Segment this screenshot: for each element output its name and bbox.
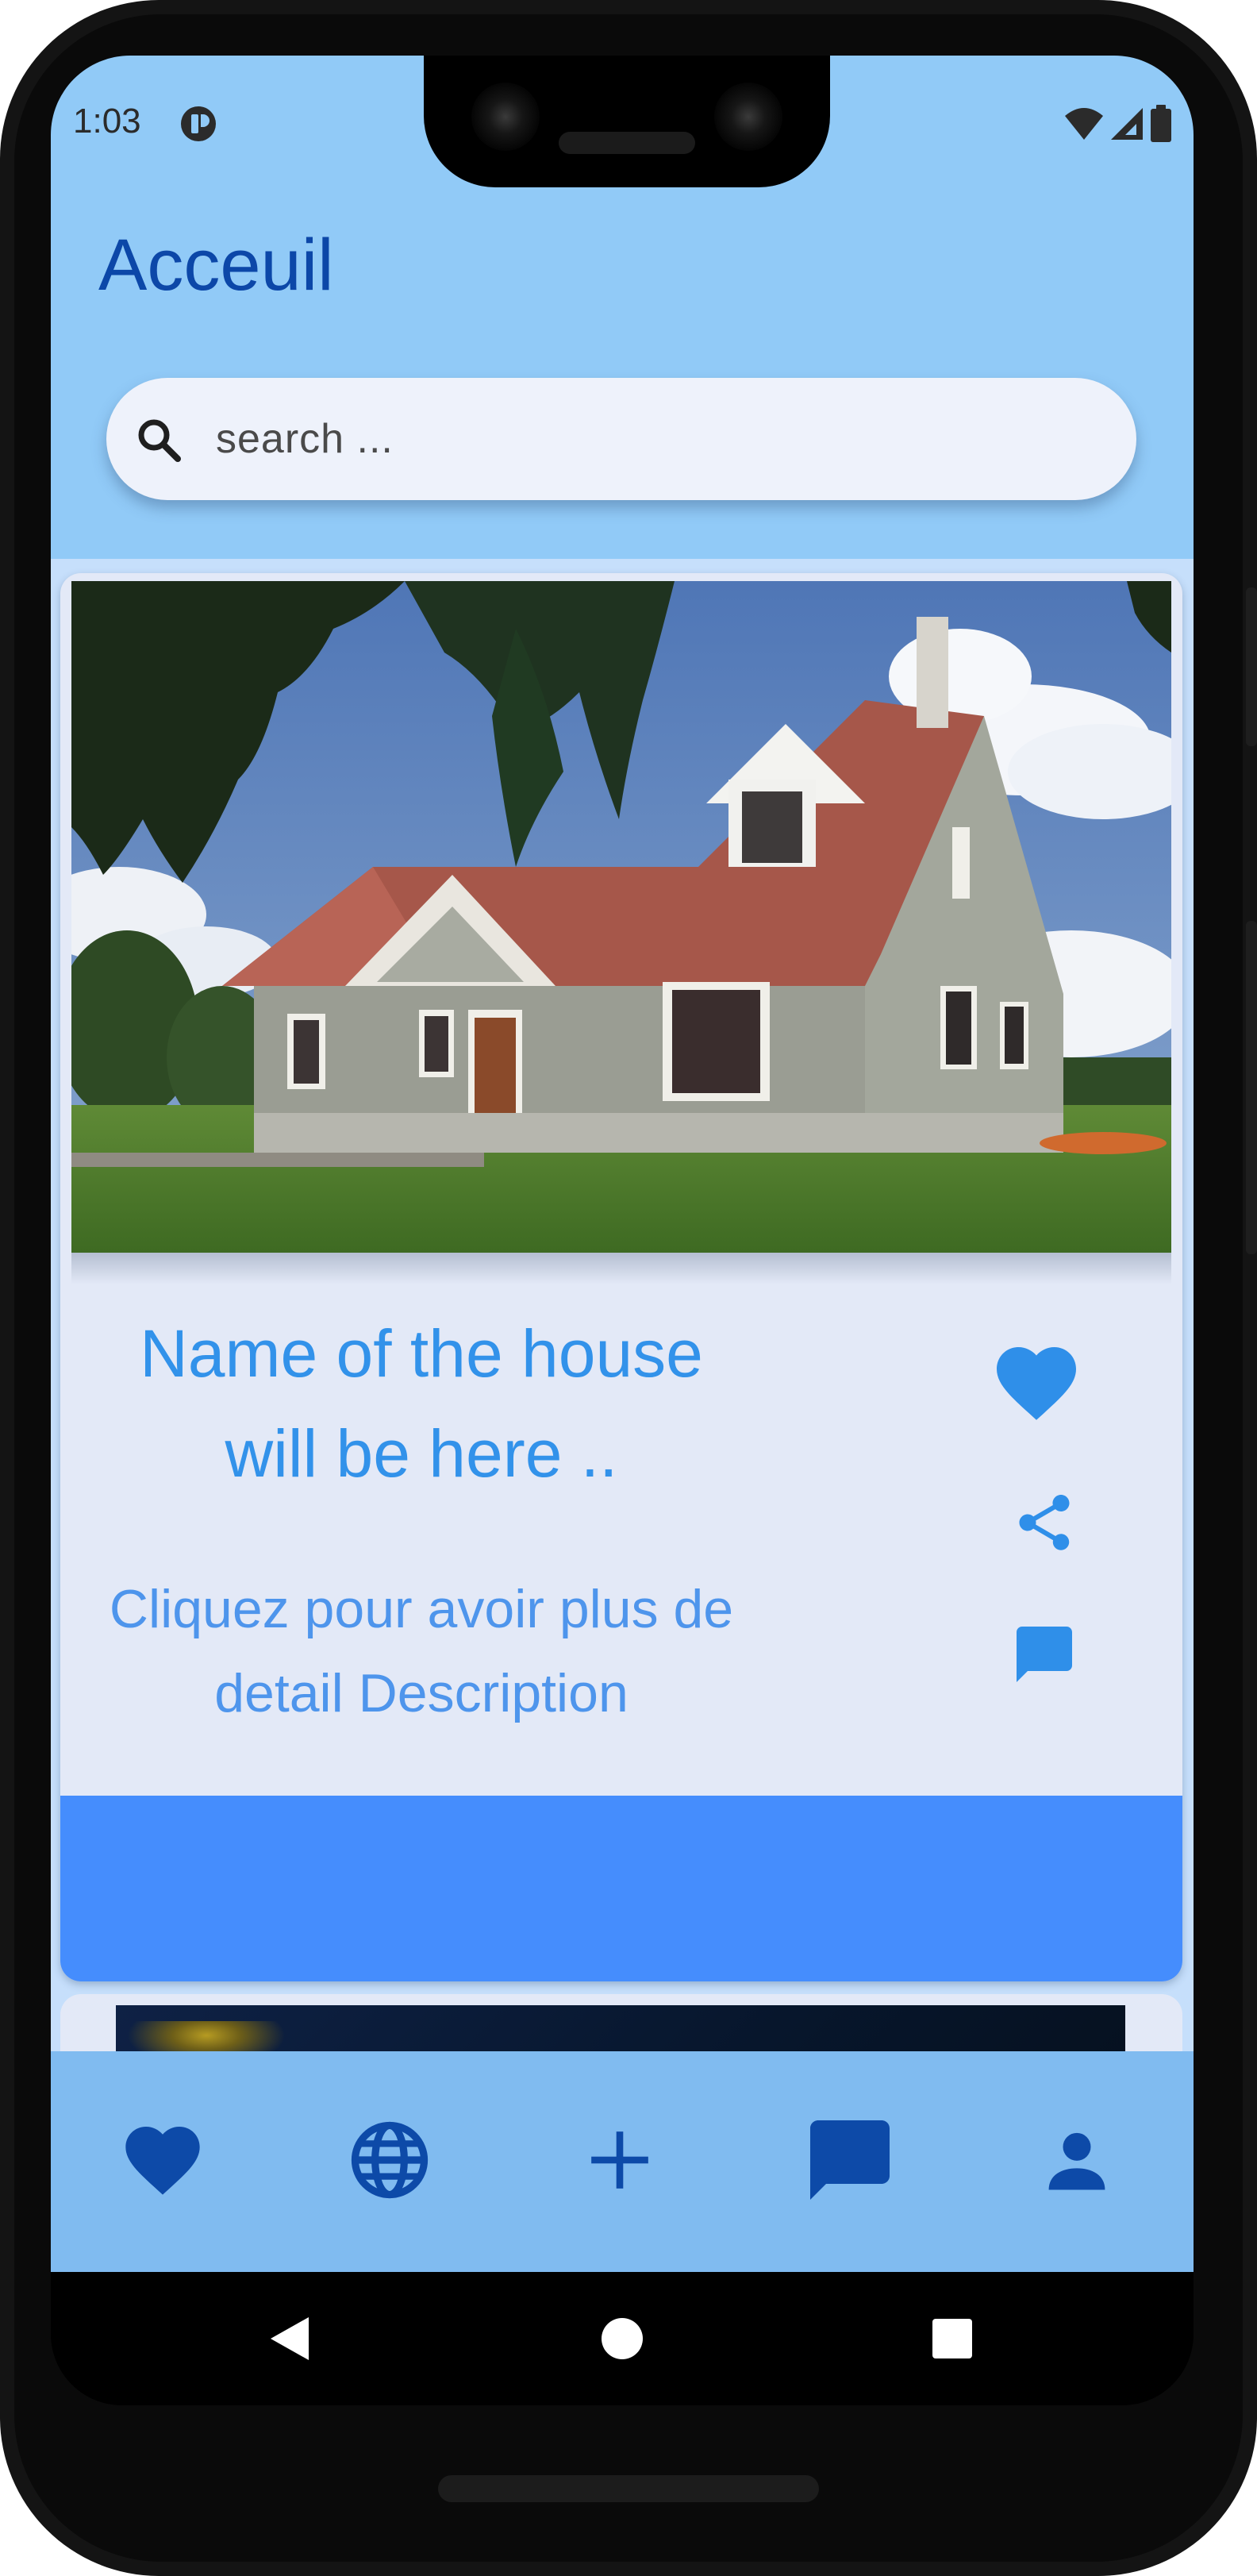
search-bar[interactable]: search ... bbox=[106, 378, 1136, 500]
globe-icon[interactable] bbox=[346, 2116, 433, 2204]
card-footer-banner[interactable] bbox=[60, 1796, 1182, 1981]
notch bbox=[424, 56, 830, 187]
status-icons bbox=[1063, 102, 1173, 146]
image-shadow bbox=[71, 1253, 1171, 1284]
home-button[interactable] bbox=[598, 2315, 646, 2362]
front-camera-left bbox=[471, 83, 540, 151]
search-input[interactable]: search ... bbox=[216, 415, 394, 463]
favorites-heart-icon[interactable] bbox=[118, 2116, 207, 2204]
house-name[interactable]: Name of the house will be here .. bbox=[92, 1303, 751, 1504]
phone-frame: 1:03 Acceuil search ... Name of the hous… bbox=[0, 0, 1257, 2576]
home-circle-icon[interactable] bbox=[600, 2316, 644, 2361]
front-camera-right bbox=[714, 83, 782, 151]
house-photo-next[interactable] bbox=[116, 2005, 1125, 2051]
heart-icon[interactable] bbox=[989, 1335, 1084, 1430]
nav-favorites[interactable] bbox=[111, 2108, 214, 2212]
house-card[interactable]: Name of the house will be here .. Clique… bbox=[60, 573, 1182, 1981]
recents-button[interactable] bbox=[928, 2315, 976, 2362]
house-photo[interactable] bbox=[71, 581, 1171, 1253]
system-navigation-bar bbox=[51, 2272, 1194, 2405]
earpiece-speaker bbox=[559, 132, 695, 154]
bottom-navigation bbox=[51, 2051, 1194, 2272]
recents-square-icon[interactable] bbox=[931, 2317, 974, 2360]
add-plus-icon[interactable] bbox=[586, 2126, 654, 2194]
power-button bbox=[1246, 587, 1257, 746]
profile-person-icon[interactable] bbox=[1037, 2120, 1117, 2200]
back-button[interactable] bbox=[265, 2315, 313, 2362]
status-time: 1:03 bbox=[73, 102, 141, 141]
search-icon[interactable] bbox=[130, 411, 187, 468]
bottom-speaker bbox=[438, 2475, 819, 2502]
nav-add[interactable] bbox=[568, 2108, 671, 2212]
listing-scroll-area[interactable]: Name of the house will be here .. Clique… bbox=[51, 559, 1194, 2051]
back-triangle-icon[interactable] bbox=[267, 2316, 310, 2362]
share-icon[interactable] bbox=[1011, 1489, 1078, 1556]
notification-app-icon bbox=[181, 106, 216, 141]
photo-glow bbox=[127, 2021, 286, 2051]
messages-chat-icon[interactable] bbox=[802, 2112, 898, 2208]
screen: 1:03 Acceuil search ... Name of the hous… bbox=[51, 56, 1194, 2405]
battery-icon bbox=[1151, 105, 1171, 142]
cell-signal-icon bbox=[1111, 108, 1143, 140]
nav-messages[interactable] bbox=[798, 2108, 901, 2212]
nav-profile[interactable] bbox=[1025, 2108, 1128, 2212]
house-description[interactable]: Cliquez pour avoir plus de detail Descri… bbox=[68, 1567, 775, 1735]
comment-icon[interactable] bbox=[1011, 1621, 1078, 1688]
volume-button bbox=[1246, 921, 1257, 1254]
page-title: Acceuil bbox=[98, 225, 334, 306]
nav-explore[interactable] bbox=[338, 2108, 441, 2212]
house-card-next[interactable] bbox=[60, 1994, 1182, 2051]
wifi-icon bbox=[1065, 108, 1103, 140]
